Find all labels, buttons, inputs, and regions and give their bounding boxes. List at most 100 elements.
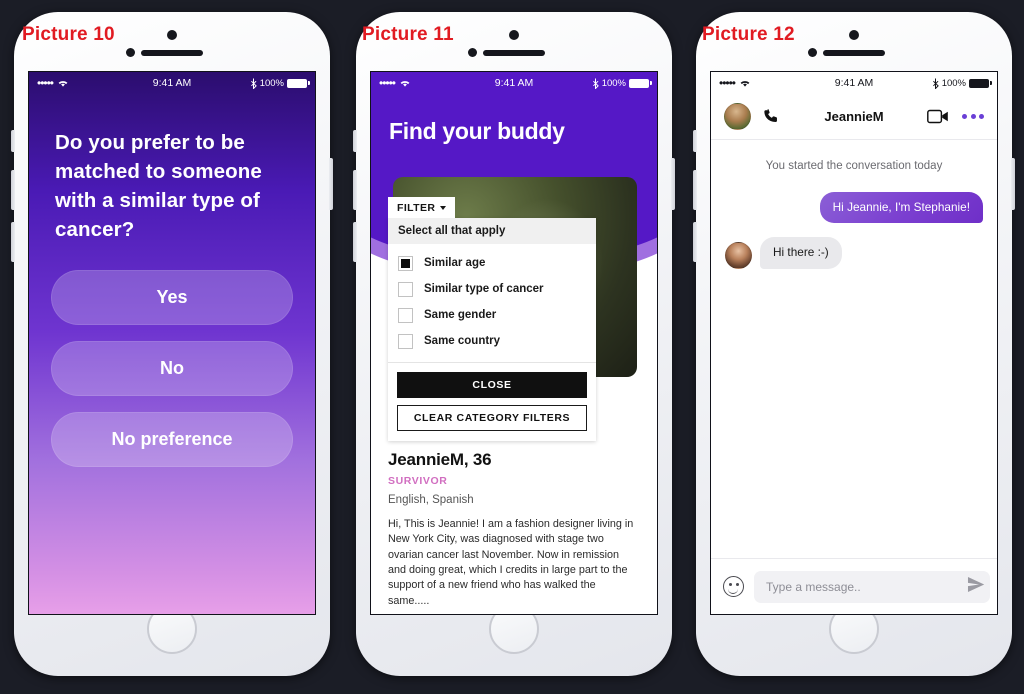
battery-percent: 100% (259, 77, 284, 89)
picture-label-12: Picture 12 (702, 24, 795, 45)
message-input[interactable]: Type a message.. (754, 570, 990, 603)
answer-list: Yes No No preference (51, 270, 293, 468)
filter-options-list: Similar age Similar type of cancer Same … (388, 244, 596, 362)
picture-label-11: Picture 11 (362, 24, 454, 45)
profile-languages: English, Spanish (388, 494, 474, 506)
mute-switch[interactable] (693, 130, 697, 152)
filter-option-same-country[interactable]: Same country (398, 328, 586, 354)
status-bar-2: ••••• 9:41 AM 100% (371, 72, 657, 94)
chat-header: JeannieM (711, 94, 997, 140)
status-right-group: 100% (250, 77, 310, 89)
screenshot-canvas: ••••• 9:41 AM 100% Do you prefer to be m… (0, 0, 1024, 694)
battery-icon (969, 78, 992, 88)
volume-down-button[interactable] (693, 222, 697, 262)
proximity-sensor-icon (468, 48, 477, 57)
volume-up-button[interactable] (693, 170, 697, 210)
more-options-icon[interactable] (962, 114, 984, 119)
volume-up-button[interactable] (353, 170, 357, 210)
filter-toggle-button[interactable]: FILTER (388, 197, 456, 218)
phone-mockup-2: ••••• 9:41 AM 100% Find your buddy FILTE… (353, 12, 675, 676)
screen-3: ••••• 9:41 AM 100% JeannieM You started … (710, 71, 998, 615)
page-title: Find your buddy (389, 118, 565, 144)
filter-actions: CLOSE CLEAR CATEGORY FILTERS (388, 362, 596, 441)
message-row-incoming: Hi there :-) (725, 237, 983, 269)
send-icon[interactable] (966, 575, 985, 599)
filter-option-label: Similar type of cancer (424, 283, 544, 295)
front-camera-icon (509, 30, 519, 40)
status-badge: SURVIVOR (388, 475, 448, 487)
chat-screen: ••••• 9:41 AM 100% JeannieM You started … (711, 72, 997, 614)
message-row-outgoing: Hi Jeannie, I'm Stephanie! (725, 192, 983, 224)
filter-dropdown: FILTER Select all that apply Similar age (388, 197, 596, 441)
message-bubble-incoming[interactable]: Hi there :-) (760, 237, 842, 269)
filter-option-similar-age[interactable]: Similar age (398, 250, 586, 276)
filter-panel: Select all that apply Similar age Simila… (388, 218, 596, 441)
checkbox-icon[interactable] (398, 307, 413, 323)
screen-2: ••••• 9:41 AM 100% Find your buddy FILTE… (370, 71, 658, 615)
filter-option-similar-type-of-cancer[interactable]: Similar type of cancer (398, 276, 586, 302)
battery-percent: 100% (941, 77, 966, 89)
status-right-group: 100% (592, 77, 652, 89)
filter-option-same-gender[interactable]: Same gender (398, 302, 586, 328)
power-button[interactable] (329, 158, 333, 210)
bluetooth-icon (932, 78, 939, 89)
volume-down-button[interactable] (11, 222, 15, 262)
bluetooth-icon (250, 78, 257, 89)
message-composer: Type a message.. (711, 558, 997, 614)
phone-mockup-1: ••••• 9:41 AM 100% Do you prefer to be m… (11, 12, 333, 676)
filter-option-label: Same country (424, 335, 501, 347)
earpiece-speaker (823, 50, 885, 56)
checkbox-checked-icon[interactable] (398, 255, 413, 271)
front-camera-icon (167, 30, 177, 40)
screen-1: ••••• 9:41 AM 100% Do you prefer to be m… (28, 71, 316, 615)
chevron-down-icon (440, 206, 447, 210)
front-camera-icon (849, 30, 859, 40)
status-bar-1: ••••• 9:41 AM 100% (29, 72, 315, 94)
picture-label-10: Picture 10 (22, 24, 115, 45)
mute-switch[interactable] (11, 130, 15, 152)
earpiece-speaker (141, 50, 203, 56)
battery-icon (629, 78, 652, 88)
mute-switch[interactable] (353, 130, 357, 152)
chat-message-list: You started the conversation today Hi Je… (711, 140, 997, 558)
status-bar-3: ••••• 9:41 AM 100% (711, 72, 997, 94)
bluetooth-icon (592, 78, 599, 89)
volume-up-button[interactable] (11, 170, 15, 210)
proximity-sensor-icon (126, 48, 135, 57)
clear-category-filters-button[interactable]: CLEAR CATEGORY FILTERS (397, 405, 587, 431)
power-button[interactable] (1011, 158, 1015, 210)
profile-info: JeannieM, 36 SURVIVOR English, Spanish H… (388, 450, 634, 609)
answer-option-no-preference[interactable]: No preference (51, 412, 293, 468)
filter-label: FILTER (397, 202, 436, 214)
status-right-group: 100% (932, 77, 992, 89)
phone-mockup-3: ••••• 9:41 AM 100% JeannieM You started … (693, 12, 1015, 676)
conversation-start-note: You started the conversation today (765, 160, 943, 172)
power-button[interactable] (671, 158, 675, 210)
chat-contact-name: JeannieM (824, 109, 884, 124)
earpiece-speaker (483, 50, 545, 56)
filter-option-label: Similar age (424, 257, 486, 269)
question-screen: ••••• 9:41 AM 100% Do you prefer to be m… (29, 72, 315, 614)
message-bubble-outgoing[interactable]: Hi Jeannie, I'm Stephanie! (819, 192, 983, 224)
filter-option-label: Same gender (424, 309, 497, 321)
find-buddy-screen: ••••• 9:41 AM 100% Find your buddy FILTE… (371, 72, 657, 614)
profile-bio: Hi, This is Jeannie! I am a fashion desi… (388, 518, 634, 607)
message-input-placeholder: Type a message.. (766, 579, 861, 594)
battery-icon (287, 78, 310, 88)
proximity-sensor-icon (808, 48, 817, 57)
volume-down-button[interactable] (353, 222, 357, 262)
emoji-icon[interactable] (723, 576, 744, 597)
close-button[interactable]: CLOSE (397, 372, 587, 398)
profile-name: JeannieM, 36 (388, 450, 492, 469)
question-text: Do you prefer to be matched to someone w… (55, 131, 262, 242)
avatar[interactable] (724, 103, 751, 130)
checkbox-icon[interactable] (398, 281, 413, 297)
battery-percent: 100% (601, 77, 626, 89)
answer-option-no[interactable]: No (51, 341, 293, 397)
checkbox-icon[interactable] (398, 333, 413, 349)
answer-option-yes[interactable]: Yes (51, 270, 293, 326)
avatar[interactable] (725, 241, 752, 269)
filter-panel-heading: Select all that apply (388, 218, 596, 244)
video-call-icon[interactable] (927, 108, 951, 125)
phone-call-icon[interactable] (762, 107, 781, 126)
